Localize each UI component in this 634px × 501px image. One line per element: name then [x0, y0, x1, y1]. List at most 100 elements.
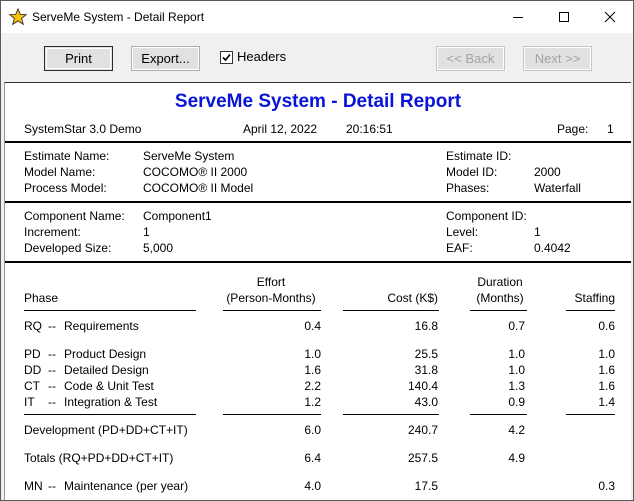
duration-value: 4.9	[508, 451, 525, 465]
phase-code: CT	[24, 379, 40, 393]
phase-code: RQ	[24, 319, 42, 333]
col-header-staffing: Staffing	[574, 291, 615, 305]
model-id-value: 2000	[534, 165, 561, 179]
print-button[interactable]: Print	[44, 46, 113, 71]
col-header-cost: Cost (K$)	[387, 291, 438, 305]
subtotal-underline	[24, 414, 196, 415]
close-button[interactable]	[587, 1, 633, 33]
header-underline	[566, 310, 615, 311]
page-label: Page:	[557, 122, 589, 136]
level-value: 1	[534, 225, 541, 239]
duration-value: 4.2	[508, 423, 525, 437]
report-window: ServeMe System - Detail Report Print Exp…	[0, 0, 634, 501]
eaf-label: EAF:	[446, 241, 473, 255]
phase-name: Integration & Test	[64, 395, 158, 409]
component-id-label: Component ID:	[446, 209, 527, 223]
effort-value: 1.2	[304, 395, 321, 409]
staffing-value: 0.3	[598, 479, 615, 493]
section-divider	[5, 141, 631, 143]
effort-value: 2.2	[304, 379, 321, 393]
phase-name: Detailed Design	[64, 363, 149, 377]
star-icon	[9, 8, 27, 26]
col-header-duration: Duration	[477, 275, 523, 289]
effort-value: 4.0	[304, 479, 321, 493]
col-header-effort: Effort	[256, 275, 286, 289]
back-button[interactable]: << Back	[436, 46, 505, 71]
estimate-name-value: ServeMe System	[143, 149, 235, 163]
effort-value: 1.6	[304, 363, 321, 377]
estimate-name-label: Estimate Name:	[24, 149, 110, 163]
report-time: 20:16:51	[346, 122, 393, 136]
duration-value: 1.3	[508, 379, 525, 393]
phase-code: PD	[24, 347, 41, 361]
phases-value: Waterfall	[534, 181, 581, 195]
staffing-value: 1.6	[598, 379, 615, 393]
estimate-id-label: Estimate ID:	[446, 149, 512, 163]
checkmark-icon	[222, 53, 231, 62]
phase-separator: --	[48, 379, 56, 393]
col-header-effort-units: (Person-Months)	[226, 291, 316, 305]
col-header-duration-units: (Months)	[476, 291, 524, 305]
developed-size-label: Developed Size:	[24, 241, 112, 255]
headers-checkbox[interactable]	[220, 51, 233, 64]
eaf-value: 0.4042	[534, 241, 571, 255]
level-label: Level:	[446, 225, 479, 239]
cost-value: 240.7	[407, 423, 438, 437]
cost-value: 31.8	[414, 363, 438, 377]
increment-label: Increment:	[24, 225, 81, 239]
section-divider	[5, 261, 631, 263]
cost-value: 25.5	[414, 347, 438, 361]
staffing-value: 1.0	[598, 347, 615, 361]
product-name: SystemStar 3.0 Demo	[24, 122, 142, 136]
subtotal-underline	[566, 414, 615, 415]
headers-label[interactable]: Headers	[237, 49, 286, 64]
staffing-value: 1.4	[598, 395, 615, 409]
header-underline	[24, 310, 196, 311]
phase-separator: --	[48, 479, 56, 493]
phase-separator: --	[48, 395, 56, 409]
minimize-icon	[513, 17, 523, 18]
phase-code: MN	[24, 479, 43, 493]
component-name-label: Component Name:	[24, 209, 125, 223]
maximize-icon	[559, 12, 569, 22]
effort-value: 6.4	[304, 451, 321, 465]
report-date: April 12, 2022	[243, 122, 318, 136]
duration-value: 1.0	[508, 363, 525, 377]
cost-value: 257.5	[407, 451, 438, 465]
cost-value: 17.5	[414, 479, 438, 493]
staffing-value: 0.6	[598, 319, 615, 333]
duration-value: 0.7	[508, 319, 525, 333]
phase-separator: --	[48, 347, 56, 361]
header-underline	[223, 310, 321, 311]
report-page: ServeMe System - Detail Report SystemSta…	[4, 82, 631, 500]
model-name-value: COCOMO® II 2000	[143, 165, 248, 179]
developed-size-value: 5,000	[143, 241, 174, 255]
page-number: 1	[607, 122, 614, 136]
next-button[interactable]: Next >>	[523, 46, 592, 71]
development-label: Development (PD+DD+CT+IT)	[24, 423, 188, 437]
staffing-value: 1.6	[598, 363, 615, 377]
section-divider	[5, 201, 631, 203]
cost-value: 140.4	[407, 379, 438, 393]
effort-value: 0.4	[304, 319, 321, 333]
cost-value: 16.8	[414, 319, 438, 333]
phase-name: Code & Unit Test	[64, 379, 154, 393]
effort-value: 1.0	[304, 347, 321, 361]
phase-name: Requirements	[64, 319, 139, 333]
totals-label: Totals (RQ+PD+DD+CT+IT)	[24, 451, 174, 465]
duration-value: 0.9	[508, 395, 525, 409]
minimize-button[interactable]	[495, 1, 541, 33]
header-underline	[470, 310, 527, 311]
phase-separator: --	[48, 363, 56, 377]
maximize-button[interactable]	[541, 1, 587, 33]
model-name-label: Model Name:	[24, 165, 96, 179]
phase-code: DD	[24, 363, 42, 377]
export-button[interactable]: Export...	[131, 46, 200, 71]
phase-name: Product Design	[64, 347, 147, 361]
duration-value: 1.0	[508, 347, 525, 361]
title-bar[interactable]: ServeMe System - Detail Report	[1, 1, 633, 33]
component-name-value: Component1	[143, 209, 212, 223]
phase-separator: --	[48, 319, 56, 333]
subtotal-underline	[343, 414, 439, 415]
phases-label: Phases:	[446, 181, 490, 195]
